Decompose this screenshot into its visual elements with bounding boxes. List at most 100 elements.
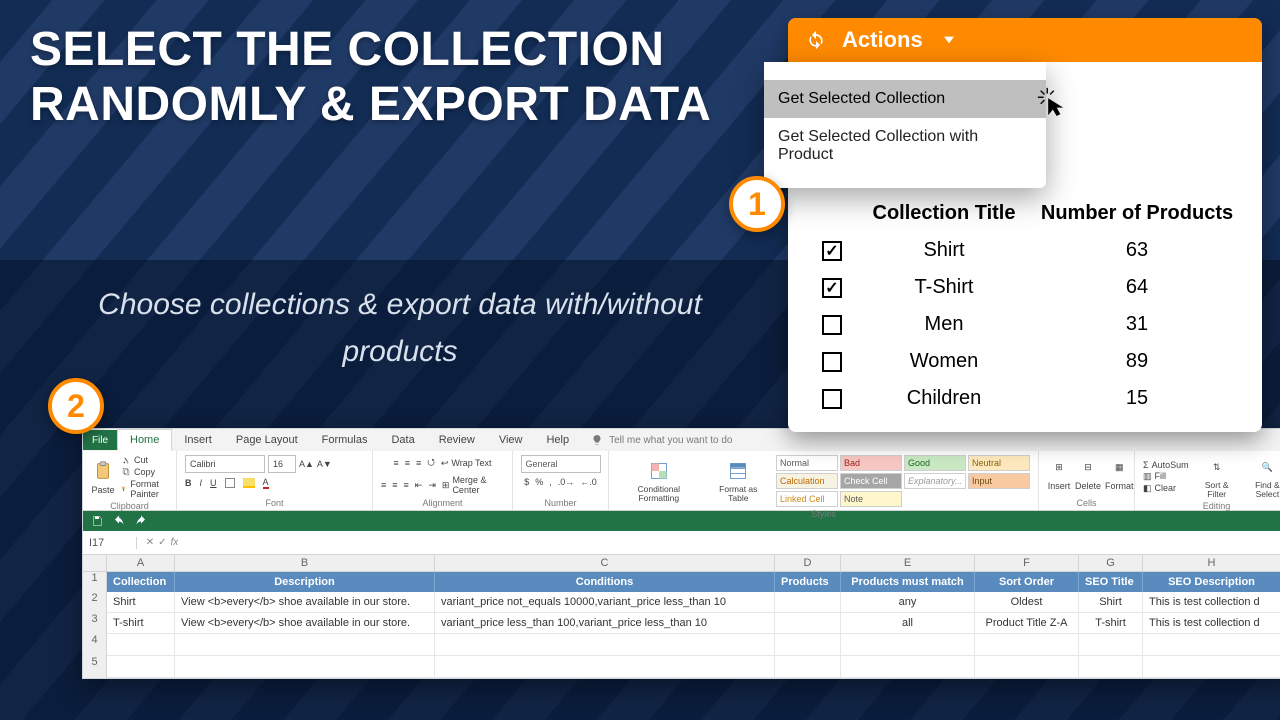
col-header-B[interactable]: B: [175, 555, 435, 571]
tab-review[interactable]: Review: [427, 430, 487, 450]
name-box[interactable]: I17: [83, 537, 137, 549]
clear-button[interactable]: ◧Clear: [1143, 483, 1189, 494]
col-header-F[interactable]: F: [975, 555, 1079, 571]
bold-button[interactable]: B: [185, 478, 192, 488]
sort-filter-button[interactable]: ⇅Sort & Filter: [1197, 455, 1237, 499]
checkbox[interactable]: [822, 352, 842, 372]
page-subheadline: Choose collections & export data with/wi…: [90, 282, 710, 375]
align-top-button[interactable]: ≡: [393, 458, 398, 468]
italic-button[interactable]: I: [200, 478, 203, 488]
format-as-table-button[interactable]: Format as Table: [709, 459, 768, 503]
align-middle-button[interactable]: ≡: [405, 458, 410, 468]
border-button[interactable]: [225, 478, 235, 488]
fill-button[interactable]: ▥Fill: [1143, 471, 1189, 482]
font-color-button[interactable]: A: [263, 477, 269, 489]
format-cells-button[interactable]: ▦Format: [1105, 455, 1134, 491]
increase-decimal-button[interactable]: .0→: [558, 477, 575, 487]
group-number-label: Number: [521, 498, 600, 508]
collection-count: 64: [1032, 276, 1242, 299]
action-get-selected-collection-with-product[interactable]: Get Selected Collection with Product: [764, 118, 1046, 174]
group-cells-label: Cells: [1047, 498, 1126, 508]
redo-icon[interactable]: [135, 515, 147, 527]
collection-title: T-Shirt: [856, 276, 1032, 299]
wrap-text-button[interactable]: ↩Wrap Text: [441, 458, 492, 469]
decrease-font-button[interactable]: A▼: [317, 459, 332, 469]
tell-me-label: Tell me what you want to do: [609, 435, 732, 446]
table-row[interactable]: T-shirt View <b>every</b> shoe available…: [107, 613, 1280, 634]
underline-button[interactable]: U: [210, 478, 217, 488]
tab-file[interactable]: File: [83, 430, 117, 450]
decrease-decimal-button[interactable]: ←.0: [580, 477, 597, 487]
formula-bar: I17 ✕✓fx: [83, 531, 1280, 555]
find-select-button[interactable]: 🔍Find & Select: [1245, 455, 1280, 499]
action-get-selected-collection[interactable]: Get Selected Collection: [764, 80, 1046, 118]
tab-help[interactable]: Help: [534, 430, 581, 450]
percent-button[interactable]: %: [535, 477, 543, 487]
checkbox[interactable]: ✓: [822, 241, 842, 261]
format-painter-button[interactable]: Format Painter: [121, 479, 168, 499]
cell-styles-gallery[interactable]: Normal Bad Good Neutral Calculation Chec…: [776, 455, 1030, 507]
col-header-G[interactable]: G: [1079, 555, 1143, 571]
actions-menu-button[interactable]: Actions: [788, 18, 1262, 62]
col-header-H[interactable]: H: [1143, 555, 1280, 571]
copy-button[interactable]: Copy: [121, 467, 168, 477]
checkbox[interactable]: ✓: [822, 278, 842, 298]
row-header-1[interactable]: 1: [83, 572, 107, 592]
delete-icon: ⊟: [1076, 455, 1100, 479]
excel-window: File Home Insert Page Layout Formulas Da…: [82, 428, 1280, 679]
font-name-select[interactable]: Calibri: [185, 455, 265, 473]
save-icon[interactable]: [91, 515, 103, 527]
col-header-D[interactable]: D: [775, 555, 841, 571]
delete-cells-button[interactable]: ⊟Delete: [1075, 455, 1101, 491]
sigma-icon: Σ: [1143, 460, 1149, 470]
table-row[interactable]: [107, 656, 1280, 678]
align-center-button[interactable]: ≡: [392, 480, 397, 490]
autosum-button[interactable]: ΣAutoSum: [1143, 460, 1189, 470]
row-header[interactable]: 4: [83, 634, 107, 656]
tab-insert[interactable]: Insert: [172, 430, 224, 450]
number-format-select[interactable]: General: [521, 455, 601, 473]
conditional-formatting-button[interactable]: Conditional Formatting: [617, 459, 701, 503]
row-header[interactable]: 3: [83, 613, 107, 634]
action-label: Get Selected Collection with Product: [778, 128, 978, 163]
checkbox[interactable]: [822, 315, 842, 335]
refresh-icon: [806, 30, 826, 50]
table-row[interactable]: [107, 634, 1280, 656]
undo-icon[interactable]: [113, 515, 125, 527]
tab-home[interactable]: Home: [117, 429, 172, 451]
col-header-C[interactable]: C: [435, 555, 775, 571]
align-left-button[interactable]: ≡: [381, 480, 386, 490]
indent-increase-button[interactable]: ⇥: [428, 480, 436, 491]
align-right-button[interactable]: ≡: [404, 480, 409, 490]
orientation-button[interactable]: ⭯: [427, 455, 435, 471]
collection-title: Children: [856, 387, 1032, 410]
cut-button[interactable]: Cut: [121, 455, 168, 465]
comma-button[interactable]: ,: [549, 477, 552, 487]
increase-font-button[interactable]: A▲: [299, 459, 314, 469]
font-size-select[interactable]: 16: [268, 455, 296, 473]
col-header-E[interactable]: E: [841, 555, 975, 571]
indent-decrease-button[interactable]: ⇤: [415, 480, 423, 491]
step-badge-2: 2: [48, 378, 104, 434]
chevron-down-icon: [939, 30, 959, 50]
paste-button[interactable]: Paste: [91, 459, 115, 495]
insert-icon: ⊞: [1047, 455, 1071, 479]
tab-formulas[interactable]: Formulas: [310, 430, 380, 450]
fill-color-button[interactable]: [243, 478, 255, 488]
row-header[interactable]: 2: [83, 592, 107, 613]
tab-page-layout[interactable]: Page Layout: [224, 430, 310, 450]
align-bottom-button[interactable]: ≡: [416, 458, 421, 468]
spreadsheet-grid[interactable]: A B C D E F G H 1 Collection Description…: [83, 555, 1280, 678]
col-header-A[interactable]: A: [107, 555, 175, 571]
row-header[interactable]: 5: [83, 656, 107, 678]
checkbox[interactable]: [822, 389, 842, 409]
fx-buttons[interactable]: ✕✓fx: [137, 537, 187, 548]
table-row[interactable]: Shirt View <b>every</b> shoe available i…: [107, 592, 1280, 613]
insert-cells-button[interactable]: ⊞Insert: [1047, 455, 1071, 491]
accounting-button[interactable]: $: [524, 477, 529, 487]
tab-view[interactable]: View: [487, 430, 535, 450]
tell-me-search[interactable]: Tell me what you want to do: [581, 434, 742, 446]
merge-center-button[interactable]: ⊞Merge & Center: [442, 475, 504, 495]
tab-data[interactable]: Data: [379, 430, 426, 450]
paste-label: Paste: [91, 485, 114, 495]
